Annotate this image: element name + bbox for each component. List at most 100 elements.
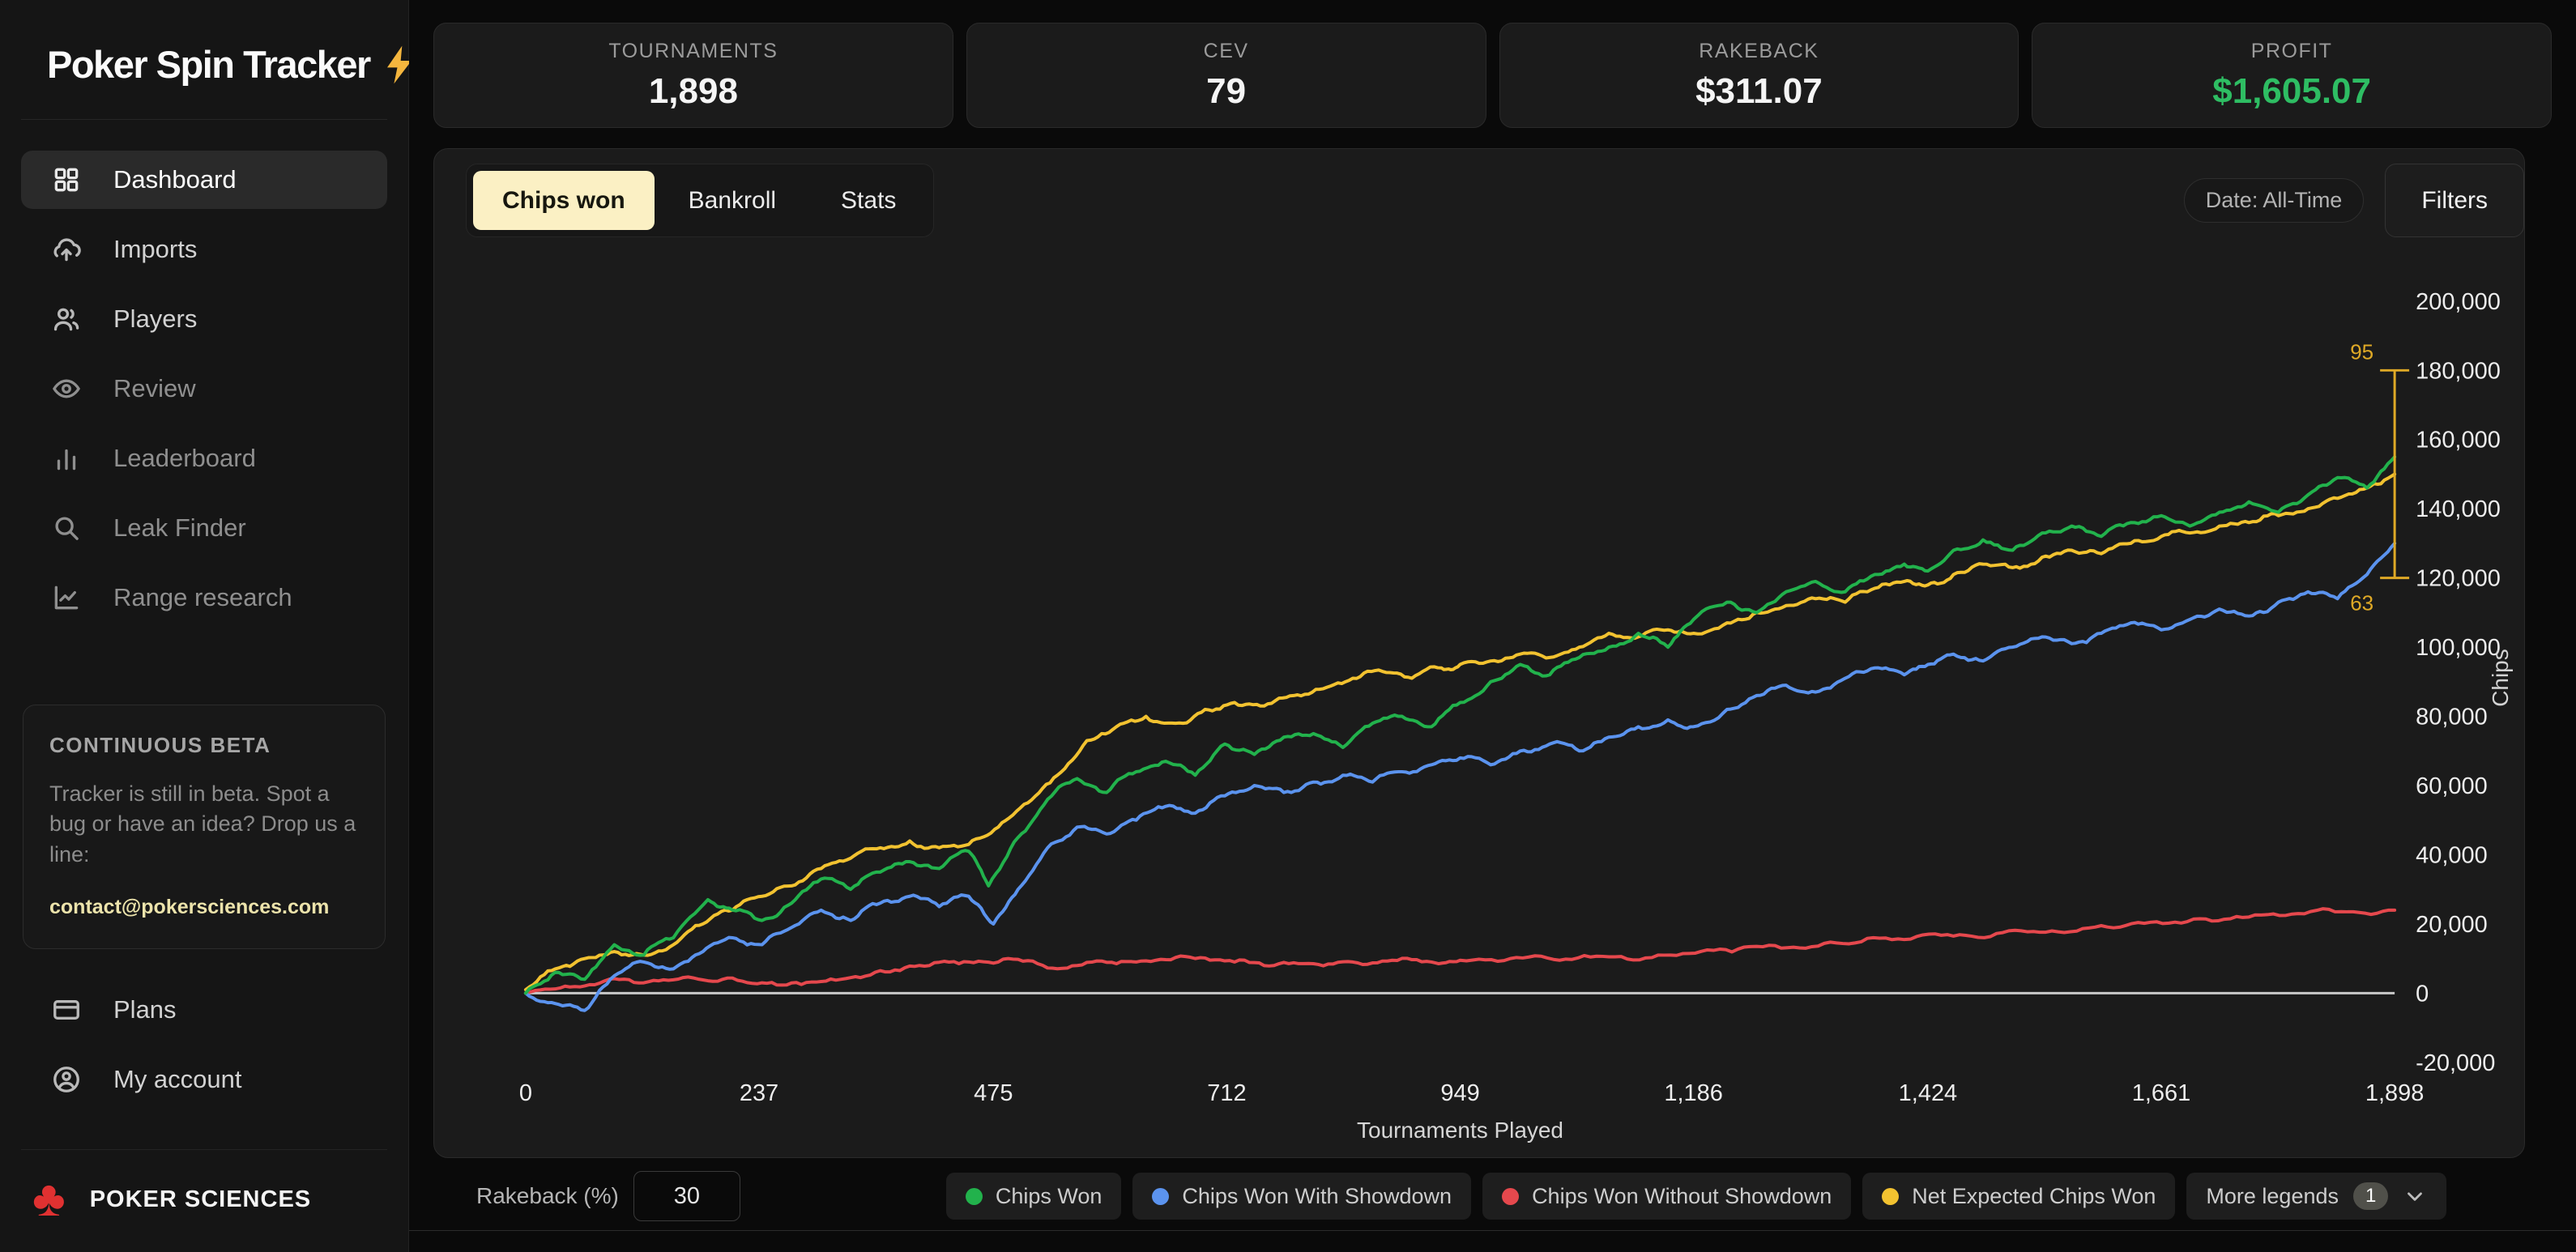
stat-label: PROFIT xyxy=(2251,40,2333,63)
green-dot-icon xyxy=(966,1188,983,1205)
svg-text:60,000: 60,000 xyxy=(2416,773,2488,799)
sidebar-item-leaderboard[interactable]: Leaderboard xyxy=(21,429,387,488)
app-title: Poker Spin Tracker xyxy=(47,42,370,87)
svg-text:140,000: 140,000 xyxy=(2416,496,2501,522)
sidebar-item-label: Review xyxy=(113,374,196,403)
chart-header-right: Date: All-Time Filters xyxy=(2184,164,2524,237)
more-legends-label: More legends xyxy=(2206,1184,2339,1209)
sidebar-item-dashboard[interactable]: Dashboard xyxy=(21,151,387,209)
chart-region: -20,000020,00040,00060,00080,000100,0001… xyxy=(434,237,2524,1157)
sidebar-item-label: Range research xyxy=(113,583,292,612)
sidebar-item-imports[interactable]: Imports xyxy=(21,220,387,279)
stats-row: TOURNAMENTS 1,898 CEV 79 RAKEBACK $311.0… xyxy=(433,23,2552,128)
app-logo: Poker Spin Tracker xyxy=(0,0,408,119)
sidebar-item-my-account[interactable]: My account xyxy=(21,1050,387,1109)
tab-bankroll[interactable]: Bankroll xyxy=(658,171,807,230)
svg-text:Chips: Chips xyxy=(2488,649,2513,706)
stat-card-cev: CEV 79 xyxy=(966,23,1486,128)
svg-text:95: 95 xyxy=(2350,339,2373,364)
svg-text:237: 237 xyxy=(740,1080,778,1106)
svg-text:20,000: 20,000 xyxy=(2416,912,2488,938)
svg-text:0: 0 xyxy=(2416,981,2429,1007)
svg-text:1,186: 1,186 xyxy=(1664,1080,1723,1106)
app-root: Poker Spin Tracker Dashboard Imports xyxy=(0,0,2576,1252)
sidebar-item-label: Leaderboard xyxy=(113,444,256,473)
svg-text:40,000: 40,000 xyxy=(2416,842,2488,868)
main-content: TOURNAMENTS 1,898 CEV 79 RAKEBACK $311.0… xyxy=(409,0,2576,1252)
svg-text:1,661: 1,661 xyxy=(2132,1080,2191,1106)
line-chart-icon xyxy=(50,581,83,614)
eye-icon xyxy=(50,373,83,405)
svg-text:0: 0 xyxy=(519,1080,532,1106)
yellow-dot-icon xyxy=(1882,1188,1899,1205)
sidebar-item-review[interactable]: Review xyxy=(21,360,387,418)
blue-dot-icon xyxy=(1152,1188,1169,1205)
sidebar-bottom-nav: Plans My account xyxy=(0,981,408,1150)
legend-row: Chips Won Chips Won With Showdown Chips … xyxy=(946,1173,2447,1220)
sidebar-item-plans[interactable]: Plans xyxy=(21,981,387,1039)
svg-text:475: 475 xyxy=(974,1080,1013,1106)
date-range-chip[interactable]: Date: All-Time xyxy=(2184,178,2365,223)
red-dot-icon xyxy=(1502,1188,1519,1205)
beta-body: Tracker is still in beta. Spot a bug or … xyxy=(49,779,359,870)
sidebar-item-label: Imports xyxy=(113,235,197,264)
brand-footer: ♣ POKER SCIENCES xyxy=(0,1150,408,1252)
credit-card-icon xyxy=(50,994,83,1026)
stat-value: 79 xyxy=(1206,71,1246,112)
legend-chips-won[interactable]: Chips Won xyxy=(946,1173,1122,1220)
legend-label: Chips Won xyxy=(996,1184,1102,1209)
chips-line-chart: -20,000020,00040,00060,00080,000100,0001… xyxy=(434,237,2524,1157)
rakeback-input[interactable] xyxy=(633,1171,740,1221)
sidebar-item-range-research[interactable]: Range research xyxy=(21,569,387,627)
chart-controls-bar: Rakeback (%) Chips Won Chips Won With Sh… xyxy=(433,1171,2525,1221)
stat-label: CEV xyxy=(1204,40,1249,63)
tab-stats[interactable]: Stats xyxy=(810,171,927,230)
user-circle-icon xyxy=(50,1063,83,1096)
stat-card-rakeback: RAKEBACK $311.07 xyxy=(1499,23,2019,128)
svg-text:200,000: 200,000 xyxy=(2416,289,2501,315)
beta-title: CONTINUOUS BETA xyxy=(49,733,359,758)
stat-value: 1,898 xyxy=(649,71,738,112)
sidebar-item-leak-finder[interactable]: Leak Finder xyxy=(21,499,387,557)
chart-card: Chips won Bankroll Stats Date: All-Time … xyxy=(433,148,2525,1158)
filters-button[interactable]: Filters xyxy=(2385,164,2524,237)
contact-email-link[interactable]: contact@pokersciences.com xyxy=(49,896,329,919)
sidebar-item-label: My account xyxy=(113,1065,242,1094)
sidebar-nav: Dashboard Imports Players Review xyxy=(0,120,408,627)
bottom-hairline xyxy=(409,1230,2576,1231)
svg-text:1,898: 1,898 xyxy=(2365,1080,2425,1106)
sidebar-item-label: Players xyxy=(113,304,197,334)
sidebar-item-players[interactable]: Players xyxy=(21,290,387,348)
sidebar-item-label: Plans xyxy=(113,995,177,1024)
sidebar-item-label: Leak Finder xyxy=(113,513,246,543)
stat-card-profit: PROFIT $1,605.07 xyxy=(2032,23,2552,128)
club-suit-icon: ♣ xyxy=(32,1174,66,1224)
cloud-upload-icon xyxy=(50,233,83,266)
svg-text:-20,000: -20,000 xyxy=(2416,1050,2495,1076)
legend-net-expected-chips-won[interactable]: Net Expected Chips Won xyxy=(1862,1173,2175,1220)
legend-label: Net Expected Chips Won xyxy=(1912,1184,2156,1209)
legend-chips-won-without-showdown[interactable]: Chips Won Without Showdown xyxy=(1482,1173,1851,1220)
svg-text:120,000: 120,000 xyxy=(2416,566,2501,592)
legend-chips-won-with-showdown[interactable]: Chips Won With Showdown xyxy=(1132,1173,1471,1220)
dashboard-grid-icon xyxy=(50,164,83,196)
svg-text:949: 949 xyxy=(1440,1080,1479,1106)
svg-text:180,000: 180,000 xyxy=(2416,358,2501,384)
tab-chips-won[interactable]: Chips won xyxy=(473,171,655,230)
users-icon xyxy=(50,303,83,335)
magnifier-icon xyxy=(50,512,83,544)
stat-value: $311.07 xyxy=(1695,71,1823,112)
more-legends-count-badge: 1 xyxy=(2353,1182,2388,1210)
sidebar-item-label: Dashboard xyxy=(113,165,237,194)
chart-header: Chips won Bankroll Stats Date: All-Time … xyxy=(434,149,2524,237)
chevron-down-icon xyxy=(2403,1184,2427,1208)
svg-text:160,000: 160,000 xyxy=(2416,428,2501,454)
beta-notice: CONTINUOUS BETA Tracker is still in beta… xyxy=(23,705,386,949)
stat-card-tournaments: TOURNAMENTS 1,898 xyxy=(433,23,953,128)
more-legends-button[interactable]: More legends 1 xyxy=(2186,1173,2446,1220)
svg-text:80,000: 80,000 xyxy=(2416,705,2488,730)
svg-text:712: 712 xyxy=(1207,1080,1246,1106)
stat-label: RAKEBACK xyxy=(1699,40,1819,63)
stat-value-profit: $1,605.07 xyxy=(2212,71,2371,112)
sidebar: Poker Spin Tracker Dashboard Imports xyxy=(0,0,409,1252)
